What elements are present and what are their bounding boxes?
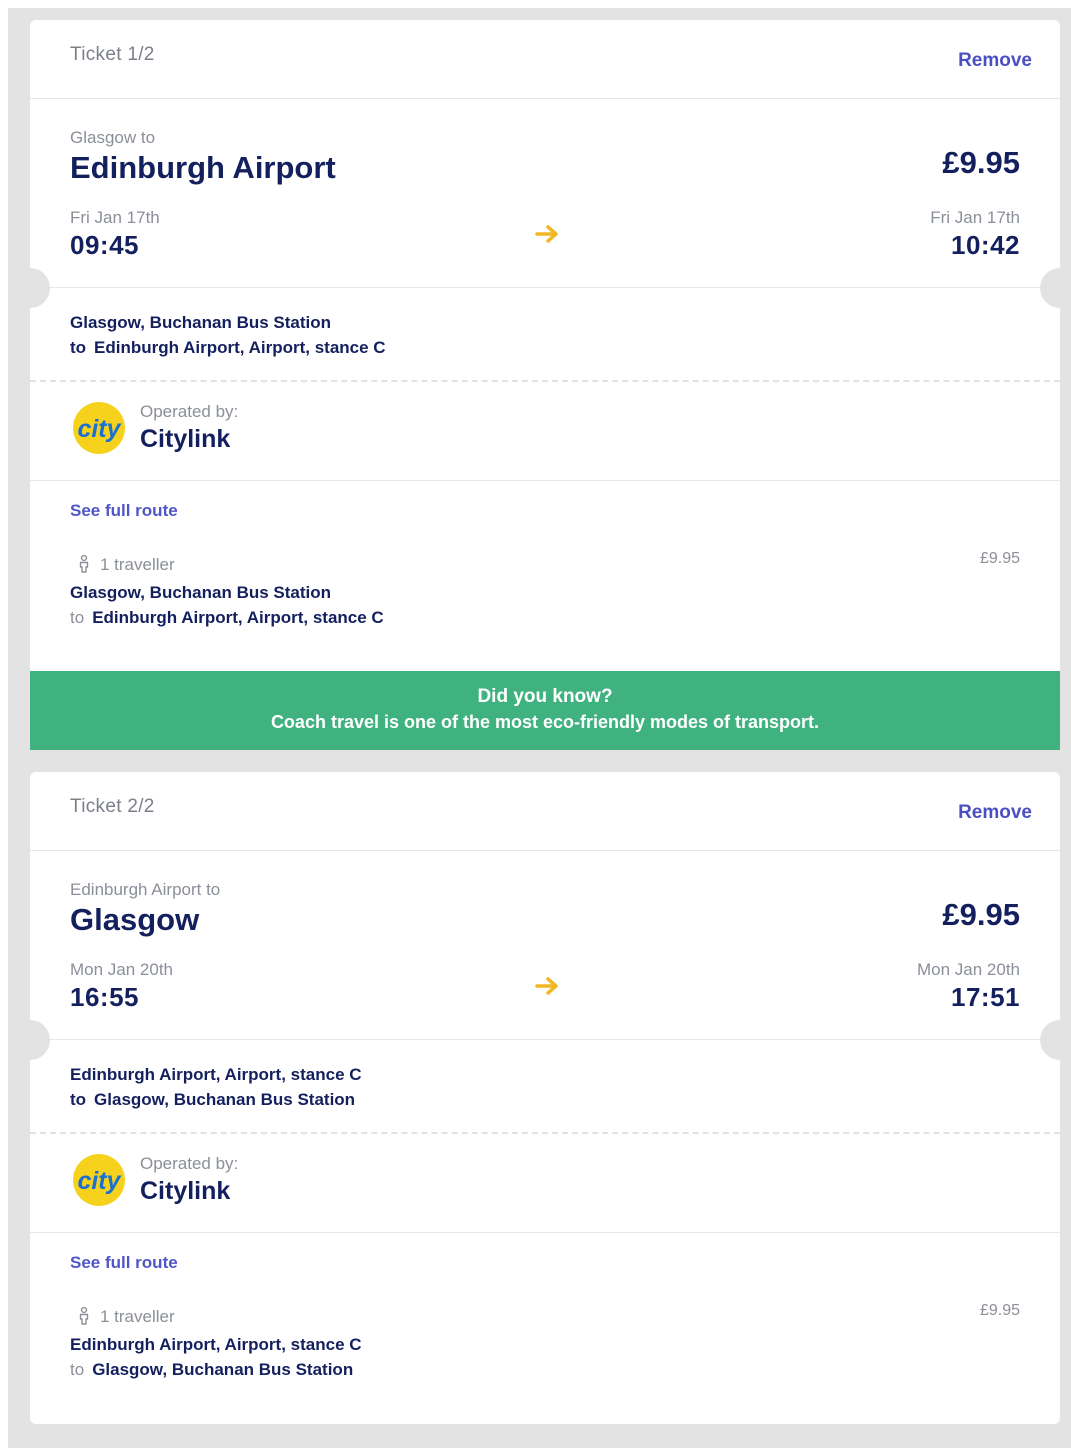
remove-ticket-button[interactable]: Remove: [958, 802, 1032, 824]
origin-line: Edinburgh Airport to: [70, 880, 221, 899]
operated-by-label: Operated by:: [140, 402, 239, 421]
stop-to-line: to Edinburgh Airport, Airport, stance C: [70, 605, 384, 630]
stops-summary: Glasgow, Buchanan Bus Station to Edinburg…: [70, 310, 386, 360]
traveller-row: 1 traveller: [70, 555, 175, 575]
ticket-notch-left: [10, 268, 50, 308]
ticket-label: Ticket 2/2: [70, 796, 155, 817]
stops-summary: Edinburgh Airport, Airport, stance C to G…: [70, 1062, 362, 1112]
stop-to: Edinburgh Airport, Airport, stance C: [92, 608, 384, 627]
ticket-label: Ticket 1/2: [70, 44, 155, 65]
stop-from: Edinburgh Airport, Airport, stance C: [70, 1065, 362, 1084]
stop-from: Edinburgh Airport, Airport, stance C: [70, 1335, 362, 1354]
traveller-stops: Glasgow, Buchanan Bus Station to Edinburg…: [70, 580, 384, 630]
ticket-notch-left: [10, 1020, 50, 1060]
traveller-count: 1 traveller: [100, 1307, 175, 1326]
origin-line: Glasgow to: [70, 128, 156, 147]
operator-name: Citylink: [140, 425, 231, 453]
operated-by-label: Operated by:: [140, 1154, 239, 1173]
to-word: to: [70, 338, 87, 357]
departure-time: 16:55: [70, 982, 139, 1012]
arrow-right-icon: [535, 225, 558, 243]
logo-text: city: [77, 1167, 121, 1195]
dashed-divider: [30, 1132, 1060, 1134]
ticket-card-2: Ticket 2/2 Remove Edinburgh Airport to G…: [10, 772, 1071, 1424]
stop-to-line: to Glasgow, Buchanan Bus Station: [70, 1357, 362, 1382]
divider: [30, 480, 1060, 481]
arrow-right-icon: [535, 977, 558, 995]
divider: [30, 287, 1060, 288]
logo-text: city: [77, 415, 121, 443]
to-word: to: [70, 1090, 87, 1109]
ticket-notch-right: [1040, 1020, 1071, 1060]
citylink-logo: city: [73, 402, 125, 454]
citylink-logo: city: [73, 1154, 125, 1206]
banner-text: Coach travel is one of the most eco-frie…: [270, 712, 820, 732]
traveller-stops: Edinburgh Airport, Airport, stance C to G…: [70, 1332, 362, 1382]
traveller-price: £9.95: [979, 550, 1020, 567]
departure-date: Fri Jan 17th: [70, 208, 160, 227]
departure-date: Mon Jan 20th: [70, 960, 174, 979]
divider: [30, 1039, 1060, 1040]
see-full-route-link[interactable]: See full route: [70, 1253, 178, 1273]
arrival-time: 10:42: [951, 230, 1020, 260]
stop-to: Glasgow, Buchanan Bus Station: [92, 1360, 354, 1379]
stop-from: Glasgow, Buchanan Bus Station: [70, 583, 332, 602]
traveller-count: 1 traveller: [100, 555, 175, 574]
traveller-row: 1 traveller: [70, 1307, 175, 1327]
ticket-header: Ticket 1/2 Remove: [30, 20, 1060, 99]
operator-name: Citylink: [140, 1177, 231, 1205]
ticket-header: Ticket 2/2 Remove: [30, 772, 1060, 851]
traveller-price: £9.95: [979, 1302, 1020, 1319]
stop-from: Glasgow, Buchanan Bus Station: [70, 313, 332, 332]
departure-time: 09:45: [70, 230, 139, 260]
banner-title: Did you know?: [477, 686, 613, 707]
divider: [30, 1232, 1060, 1233]
arrival-date: Mon Jan 20th: [916, 960, 1020, 979]
to-word: to: [70, 608, 85, 627]
destination-title: Edinburgh Airport: [70, 150, 336, 185]
destination-title: Glasgow: [70, 902, 200, 937]
arrival-time: 17:51: [951, 982, 1020, 1012]
eco-info-banner: Did you know? Coach travel is one of the…: [30, 671, 1060, 750]
person-icon: [79, 1307, 89, 1325]
ticket-card-1: Ticket 1/2 Remove Glasgow to Edinburgh A…: [10, 20, 1071, 750]
ticket-notch-right: [1040, 268, 1071, 308]
to-word: to: [70, 1360, 85, 1379]
stop-to: Edinburgh Airport, Airport, stance C: [94, 338, 386, 357]
stop-to: Glasgow, Buchanan Bus Station: [94, 1090, 356, 1109]
ticket-price: £9.95: [942, 897, 1020, 932]
person-icon: [79, 555, 89, 573]
ticket-price: £9.95: [942, 145, 1020, 180]
stop-to-line: to Glasgow, Buchanan Bus Station: [70, 1087, 362, 1112]
see-full-route-link[interactable]: See full route: [70, 501, 178, 521]
remove-ticket-button[interactable]: Remove: [958, 50, 1032, 72]
arrival-date: Fri Jan 17th: [930, 208, 1020, 227]
dashed-divider: [30, 380, 1060, 382]
stop-to-line: to Edinburgh Airport, Airport, stance C: [70, 335, 386, 360]
